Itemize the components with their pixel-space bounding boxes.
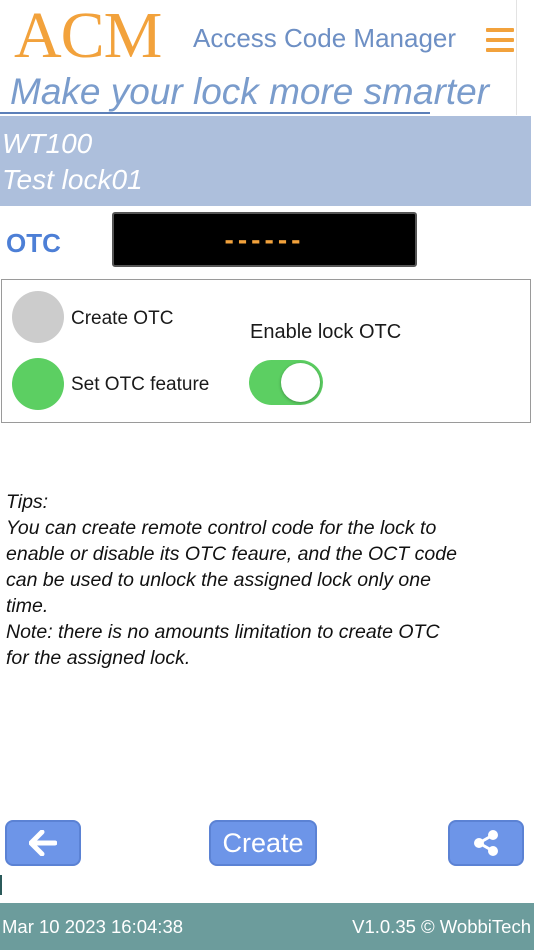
create-otc-radio[interactable] [12,291,64,343]
lock-name: Test lock01 [2,164,143,195]
tips-line: can be used to unlock the assigned lock … [6,569,431,591]
otc-code-display: ------ [112,212,417,267]
tips-line: time. [6,595,49,617]
toggle-knob [281,363,320,402]
enable-lock-otc-toggle[interactable] [249,360,323,405]
lock-info-band: WT100 Test lock01 [0,116,531,206]
hamburger-menu-icon[interactable] [486,28,514,52]
create-button[interactable]: Create [209,820,317,866]
tips-line: enable or disable its OTC feaure, and th… [6,543,457,565]
footer-datetime: Mar 10 2023 16:04:38 [2,916,184,937]
tips-line: for the assigned lock. [6,647,191,669]
header-right-edge [516,0,517,115]
enable-lock-otc-label: Enable lock OTC [250,321,402,343]
tips-line: Tips: [6,491,49,513]
app-header: ACM Access Code Manager Make your lock m… [0,0,534,115]
app-slogan: Make your lock more smarter [10,71,490,112]
share-icon [474,830,498,856]
footer-version: V1.0.35 © WobbiTech [352,916,531,937]
set-otc-feature-radio[interactable] [12,358,64,410]
tips-line: Note: there is no amounts limitation to … [6,621,440,643]
edge-marker [0,875,2,895]
lock-model: WT100 [2,128,93,159]
tips-text: Tips: You can create remote control code… [6,489,526,671]
status-footer: Mar 10 2023 16:04:38 V1.0.35 © WobbiTech [0,903,534,950]
app-name: Access Code Manager [193,23,457,53]
arrow-left-icon [29,830,57,856]
back-button[interactable] [5,820,81,866]
create-otc-label: Create OTC [71,308,174,329]
otc-options-panel: Create OTC Set OTC feature Enable lock O… [1,279,531,423]
otc-label: OTC [6,228,61,258]
tips-line: You can create remote control code for t… [6,517,437,539]
header-divider [0,112,430,114]
app-logo: ACM [14,0,162,72]
set-otc-feature-label: Set OTC feature [71,374,210,395]
share-button[interactable] [448,820,524,866]
